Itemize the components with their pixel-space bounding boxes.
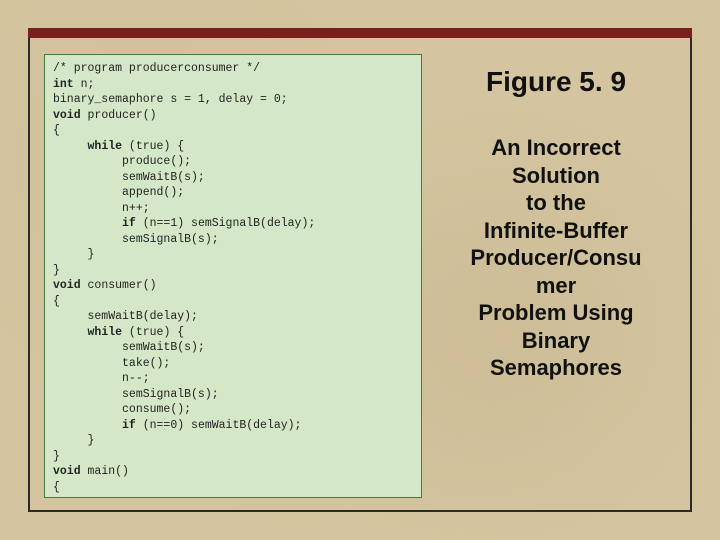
code-line: semSignalB(s);: [53, 232, 415, 248]
keyword: void: [53, 465, 81, 478]
code-line: }: [53, 449, 415, 465]
code-line: semWaitB(delay);: [53, 309, 415, 325]
code-line: }: [53, 263, 415, 279]
code-line: }: [53, 247, 415, 263]
caption-line: An Incorrect: [436, 134, 676, 162]
keyword: if: [122, 217, 136, 230]
code-line: int n;: [53, 77, 415, 93]
code-line: semWaitB(s);: [53, 170, 415, 186]
keyword: while: [88, 140, 123, 153]
caption-line: Problem Using: [436, 299, 676, 327]
caption-line: Infinite-Buffer: [436, 217, 676, 245]
caption-line: Solution: [436, 162, 676, 190]
keyword: if: [122, 419, 136, 432]
code-line: consume();: [53, 402, 415, 418]
code-line: {: [53, 480, 415, 496]
code-line: append();: [53, 185, 415, 201]
figure-caption: An IncorrectSolutionto theInfinite-Buffe…: [436, 134, 676, 382]
code-line: }: [53, 433, 415, 449]
code-line: take();: [53, 356, 415, 372]
code-line: void main(): [53, 464, 415, 480]
figure-number: Figure 5. 9: [436, 66, 676, 98]
keyword: void: [53, 109, 81, 122]
slide-frame: /* program producerconsumer */int n;bina…: [28, 28, 692, 512]
keyword: void: [53, 279, 81, 292]
slide-content: /* program producerconsumer */int n;bina…: [30, 42, 690, 510]
keyword: while: [88, 326, 123, 339]
code-line: n--;: [53, 371, 415, 387]
code-line: void producer(): [53, 108, 415, 124]
code-line: produce();: [53, 154, 415, 170]
code-line: binary_semaphore s = 1, delay = 0;: [53, 92, 415, 108]
text-column: Figure 5. 9 An IncorrectSolutionto theIn…: [422, 42, 690, 510]
code-line: {: [53, 294, 415, 310]
code-line: while (true) {: [53, 139, 415, 155]
code-listing: /* program producerconsumer */int n;bina…: [44, 54, 422, 498]
code-line: semWaitB(s);: [53, 340, 415, 356]
caption-line: Producer/Consu: [436, 244, 676, 272]
code-line: n++;: [53, 201, 415, 217]
code-line: while (true) {: [53, 325, 415, 341]
keyword: int: [53, 78, 74, 91]
code-line: if (n==0) semWaitB(delay);: [53, 418, 415, 434]
caption-line: to the: [436, 189, 676, 217]
code-line: {: [53, 123, 415, 139]
code-line: n = 0;: [53, 495, 415, 498]
caption-line: mer: [436, 272, 676, 300]
caption-line: Binary: [436, 327, 676, 355]
code-line: if (n==1) semSignalB(delay);: [53, 216, 415, 232]
caption-line: Semaphores: [436, 354, 676, 382]
code-line: /* program producerconsumer */: [53, 61, 415, 77]
code-line: semSignalB(s);: [53, 387, 415, 403]
code-line: void consumer(): [53, 278, 415, 294]
